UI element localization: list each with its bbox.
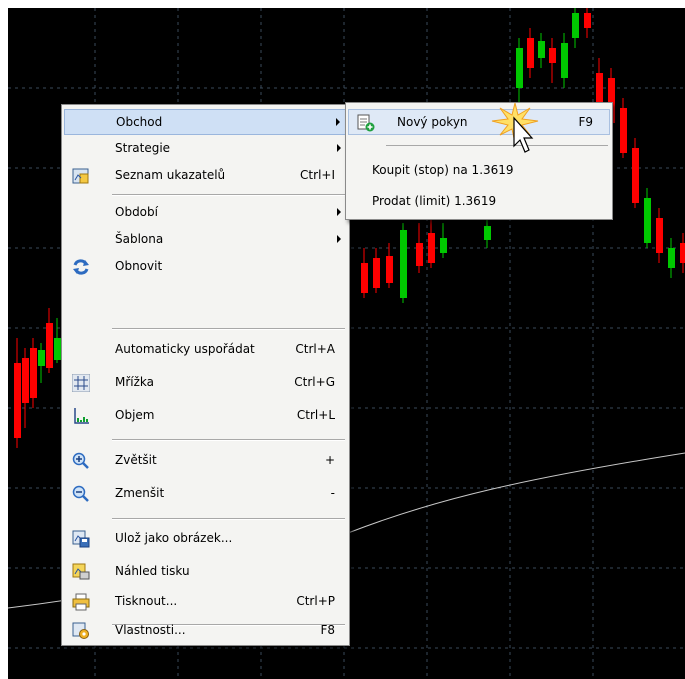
submenu-item-label: Prodat (limit) 1.3619: [372, 194, 497, 208]
menu-item-shortcut: Ctrl+A: [295, 342, 335, 356]
submenu-arrow-icon: [336, 118, 340, 126]
menu-separator: [112, 328, 345, 330]
bullish-candle: [38, 350, 45, 366]
bearish-candle: [428, 233, 435, 263]
bearish-candle: [22, 358, 29, 403]
chart-context-menu: Obchod Strategie Seznam ukazatelů Ctrl+I…: [61, 104, 350, 646]
bearish-candle: [620, 108, 627, 153]
menu-item-trade[interactable]: Obchod: [64, 109, 347, 135]
bullish-candle: [561, 43, 568, 78]
menu-item-label: Ulož jako obrázek...: [115, 531, 233, 545]
save-picture-icon: [72, 530, 90, 548]
bullish-candle: [400, 230, 407, 298]
bearish-candle: [656, 218, 663, 253]
bullish-candle: [484, 226, 491, 240]
bearish-candle: [584, 13, 591, 28]
bullish-candle: [516, 48, 523, 88]
menu-item-shortcut: Ctrl+G: [294, 375, 335, 389]
menu-item-label: Objem: [115, 408, 155, 422]
menu-separator: [112, 194, 345, 196]
submenu-item-label: Nový pokyn: [397, 115, 468, 129]
bearish-candle: [632, 148, 639, 203]
submenu-item-sell-limit[interactable]: Prodat (limit) 1.3619: [348, 189, 610, 215]
bearish-candle: [416, 243, 423, 266]
bullish-candle: [440, 238, 447, 253]
menu-item-shortcut: +: [324, 453, 335, 467]
menu-item-label: Zmenšit: [115, 486, 165, 500]
menu-item-label: Zvětšit: [115, 453, 157, 467]
menu-item-label: Obchod: [116, 115, 163, 129]
bearish-candle: [46, 323, 53, 368]
menu-item-label: Mřížka: [115, 375, 155, 389]
menu-item-shortcut: Ctrl+P: [296, 594, 335, 608]
menu-item-print-preview[interactable]: Náhled tisku: [64, 559, 347, 585]
bearish-candle: [527, 38, 534, 68]
printer-icon: [72, 593, 90, 611]
menu-item-auto-arrange[interactable]: Automaticky uspořádat Ctrl+A: [64, 337, 347, 363]
menu-separator: [112, 518, 345, 520]
menu-item-label: Vlastnosti...: [115, 623, 186, 637]
menu-item-label: Období: [115, 205, 158, 219]
bullish-candle: [668, 248, 675, 268]
bullish-candle: [538, 41, 545, 58]
trade-submenu: Nový pokyn F9 Koupit (stop) na 1.3619 Pr…: [345, 102, 613, 220]
submenu-arrow-icon: [337, 235, 341, 243]
menu-item-volume[interactable]: Objem Ctrl+L: [64, 403, 347, 429]
menu-item-shortcut: F8: [320, 623, 335, 637]
menu-item-grid[interactable]: Mřížka Ctrl+G: [64, 370, 347, 396]
menu-item-shortcut: -: [330, 486, 335, 500]
menu-item-period[interactable]: Období: [64, 200, 347, 226]
menu-item-shortcut: Ctrl+I: [300, 168, 335, 182]
menu-separator: [112, 439, 345, 441]
menu-item-strategies[interactable]: Strategie: [64, 136, 347, 162]
zoom-in-icon: [72, 452, 89, 469]
menu-item-zoom-in[interactable]: Zvětšit +: [64, 448, 347, 474]
volume-icon: [74, 408, 89, 424]
submenu-item-new-order[interactable]: Nový pokyn F9: [348, 109, 610, 135]
menu-item-refresh[interactable]: Obnovit: [64, 254, 347, 280]
bearish-candle: [30, 348, 37, 398]
zoom-out-icon: [72, 485, 89, 502]
bearish-candle: [680, 243, 685, 263]
menu-item-print[interactable]: Tisknout... Ctrl+P: [64, 589, 347, 615]
menu-item-shortcut: Ctrl+L: [296, 408, 335, 422]
refresh-icon: [73, 259, 89, 275]
bullish-candle: [54, 338, 61, 360]
grid-icon: [72, 374, 90, 392]
print-preview-icon: [72, 563, 90, 580]
menu-item-label: Seznam ukazatelů: [115, 168, 226, 182]
menu-item-save-as-picture[interactable]: Ulož jako obrázek...: [64, 526, 347, 552]
submenu-item-shortcut: F9: [578, 115, 593, 129]
bearish-candle: [549, 48, 556, 63]
indicator-list-icon: [72, 168, 89, 184]
bearish-candle: [386, 256, 393, 283]
menu-item-label: Obnovit: [115, 259, 163, 273]
menu-item-label: Šablona: [115, 232, 164, 246]
submenu-arrow-icon: [337, 144, 341, 152]
mouse-cursor-icon: [491, 102, 539, 153]
bullish-candle: [644, 198, 651, 243]
menu-item-label: Náhled tisku: [115, 564, 190, 578]
bearish-candle: [373, 258, 380, 288]
menu-item-label: Strategie: [115, 141, 171, 155]
bearish-candle: [14, 363, 21, 438]
new-order-icon: [357, 114, 375, 132]
bearish-candle: [361, 263, 368, 293]
submenu-item-buy-stop[interactable]: Koupit (stop) na 1.3619: [348, 158, 610, 184]
menu-item-properties[interactable]: Vlastnosti... F8: [64, 618, 347, 644]
menu-item-template[interactable]: Šablona: [64, 227, 347, 253]
menu-item-label: Tisknout...: [115, 594, 178, 608]
menu-item-zoom-out[interactable]: Zmenšit -: [64, 481, 347, 507]
menu-item-label: Automaticky uspořádat: [115, 342, 255, 356]
submenu-arrow-icon: [337, 208, 341, 216]
menu-item-indicator-list[interactable]: Seznam ukazatelů Ctrl+I: [64, 163, 347, 189]
bullish-candle: [572, 13, 579, 38]
properties-icon: [72, 622, 89, 639]
